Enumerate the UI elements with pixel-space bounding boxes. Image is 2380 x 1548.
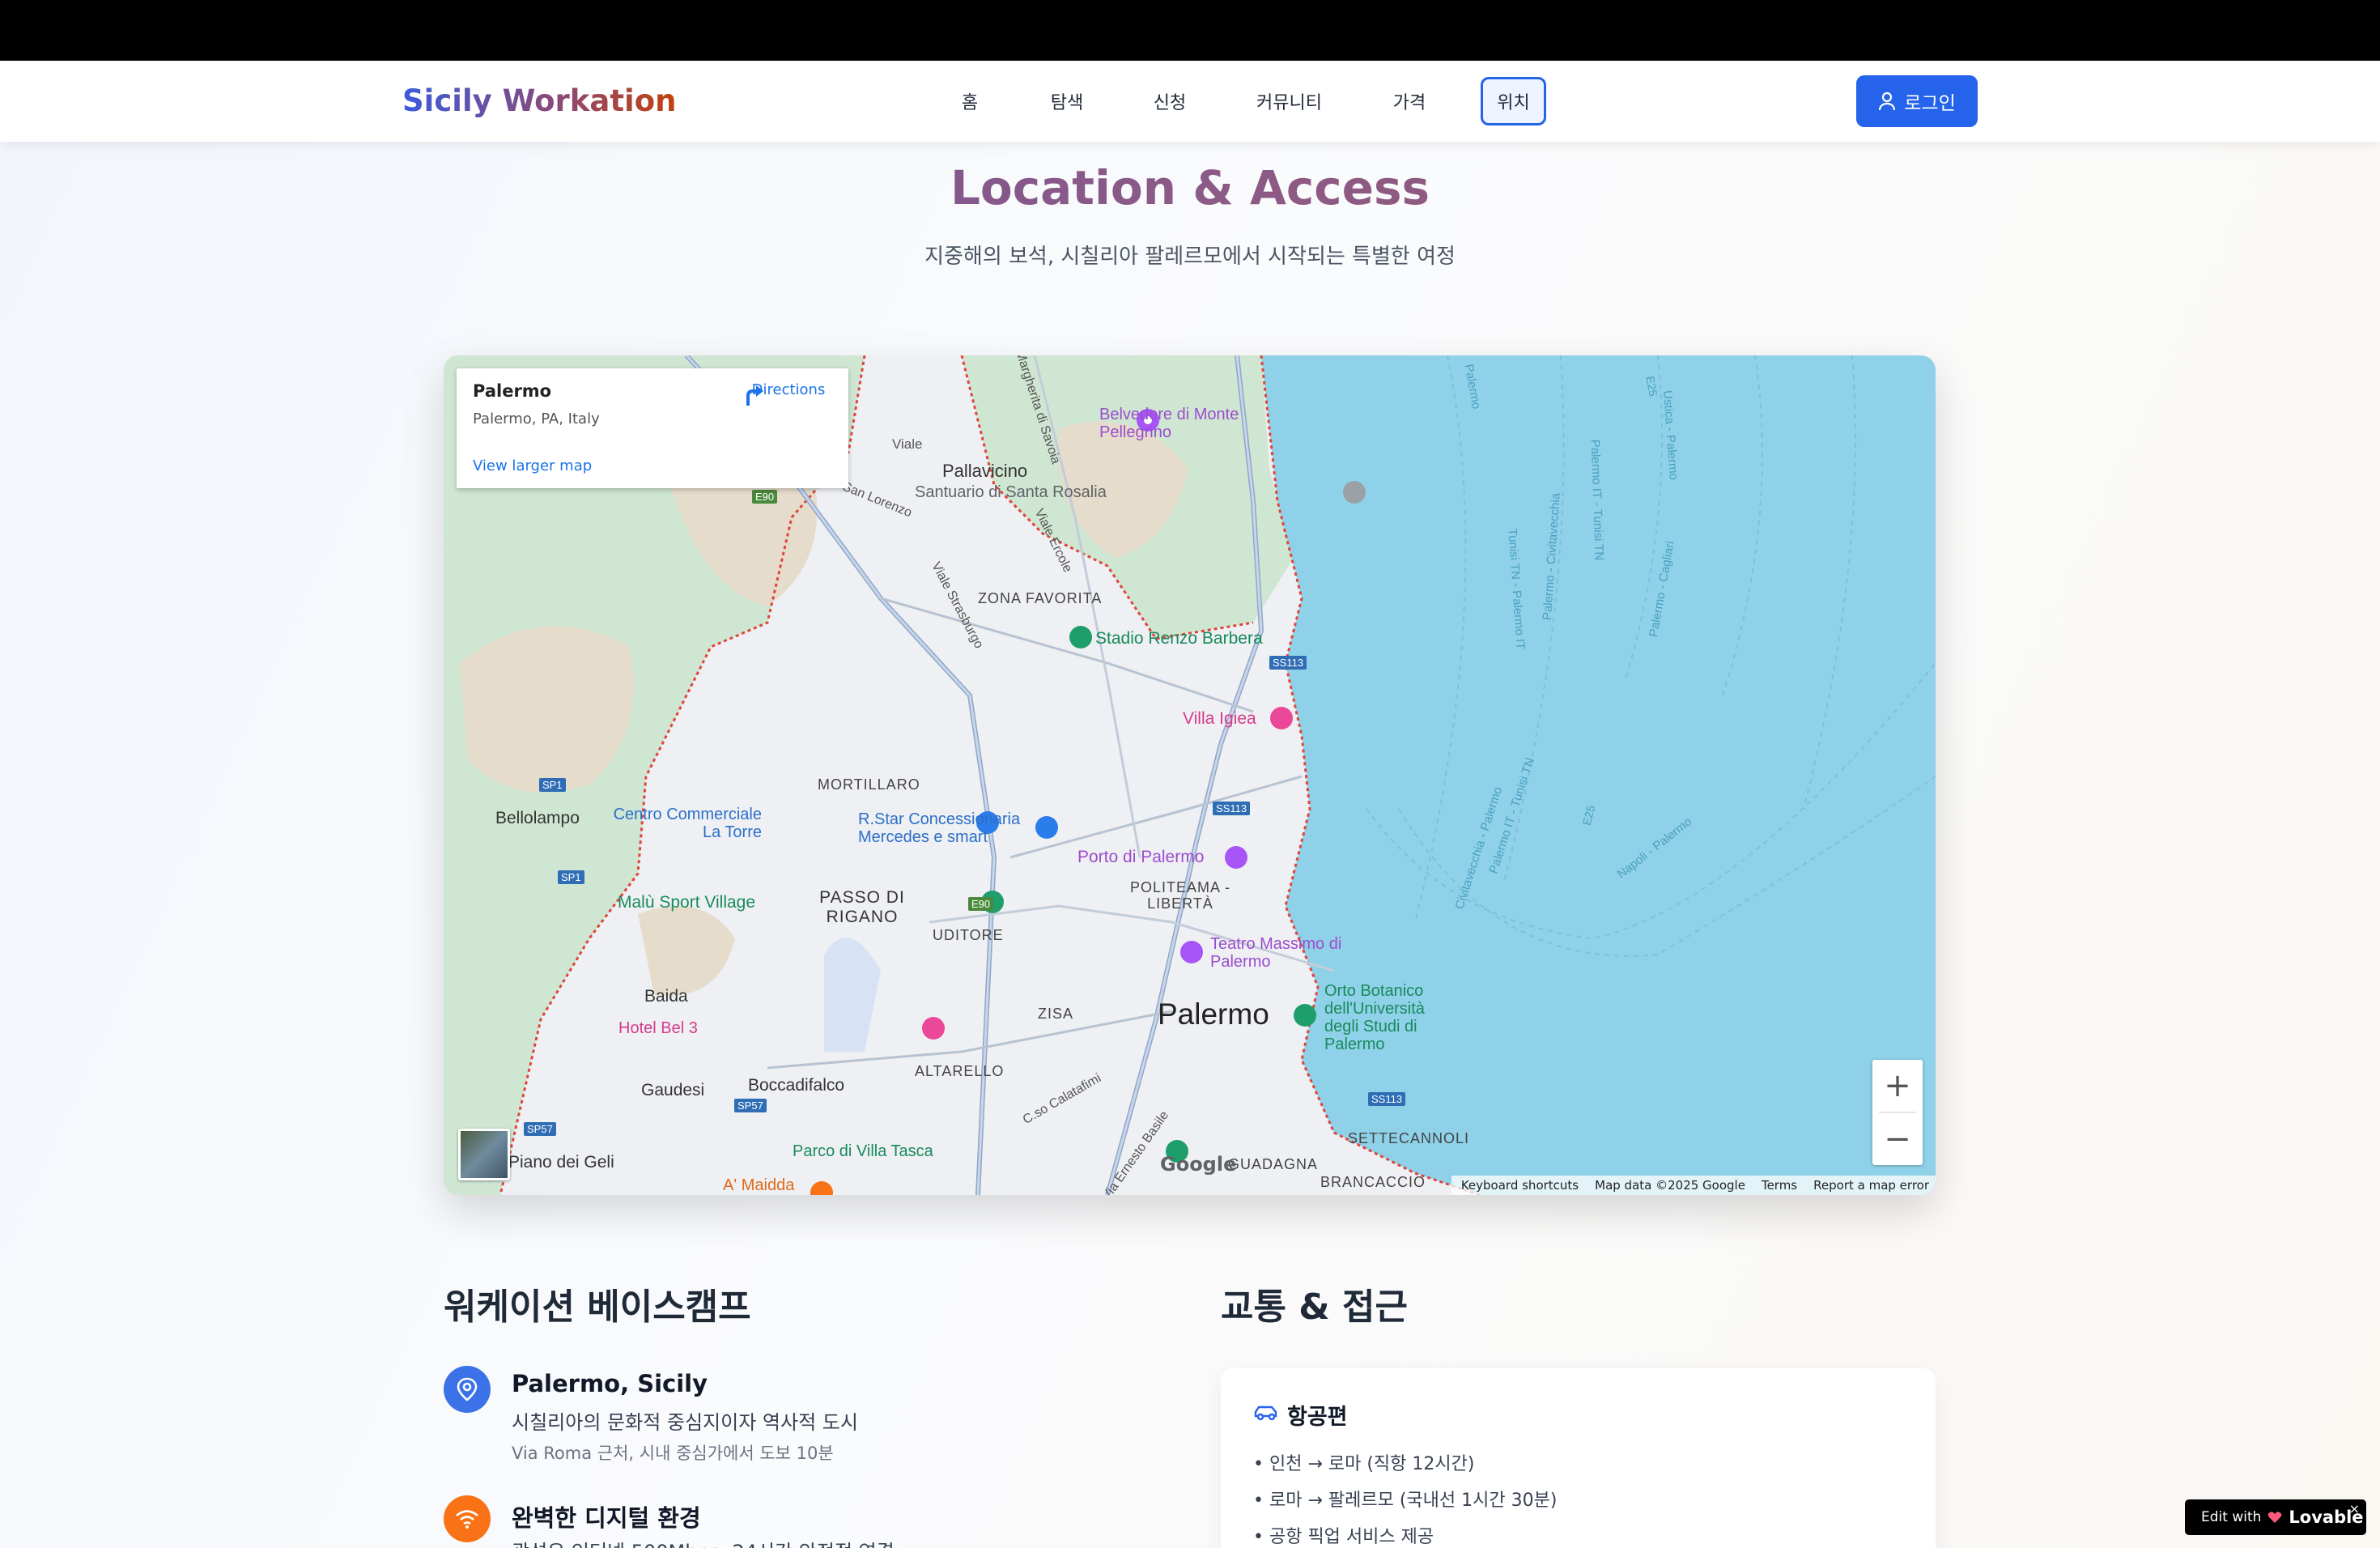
nav-home[interactable]: 홈 bbox=[947, 77, 992, 125]
edit-with-label: Edit with bbox=[2201, 1509, 2262, 1525]
road-shield: E90 bbox=[752, 490, 778, 504]
map-label: Hotel Bel 3 bbox=[618, 1019, 698, 1037]
pin-stadio[interactable] bbox=[1069, 626, 1092, 649]
map-label: POLITEAMA - LIBERTÀ bbox=[1129, 879, 1231, 912]
map-label: PASSO DI RIGANO bbox=[819, 888, 905, 926]
map-label: Centro Commerciale La Torre bbox=[613, 806, 762, 841]
login-label: 로그인 bbox=[1904, 93, 1956, 114]
map-label: ALTARELLO bbox=[915, 1063, 1005, 1079]
transport-heading: 교통 & 접근 bbox=[1221, 1286, 1408, 1328]
pin-hotel-bel3[interactable] bbox=[922, 1017, 945, 1040]
place-address: Palermo, PA, Italy bbox=[473, 410, 600, 427]
edit-with-lovable-badge[interactable]: Edit with Lovable × bbox=[2185, 1499, 2366, 1535]
nav-pricing[interactable]: 가격 bbox=[1383, 77, 1436, 125]
map-label: Porto di Palermo bbox=[1077, 848, 1205, 866]
nav-community[interactable]: 커뮤니티 bbox=[1251, 77, 1328, 125]
map-attribution-bar: Keyboard shortcuts Map data ©2025 Google… bbox=[1451, 1176, 1936, 1195]
nav-location[interactable]: 위치 bbox=[1481, 77, 1546, 125]
feature-description: 광섬유 인터넷 500Mbps, 24시간 안정적 연결 bbox=[512, 1536, 895, 1548]
browser-top-bar bbox=[0, 0, 2380, 61]
pin-teatro[interactable] bbox=[1180, 941, 1203, 963]
map-label: GUADAGNA bbox=[1228, 1156, 1319, 1172]
map-label: Bellolampo bbox=[495, 809, 580, 827]
map-label: UDITORE bbox=[933, 927, 1004, 943]
zoom-controls: + − bbox=[1872, 1060, 1923, 1165]
car-icon bbox=[1254, 1406, 1277, 1421]
map-label: ZONA FAVORITA bbox=[978, 590, 1103, 606]
close-badge-button[interactable]: × bbox=[2349, 1501, 2360, 1516]
terms-link[interactable]: Terms bbox=[1762, 1178, 1797, 1193]
map-label: ZISA bbox=[1038, 1006, 1074, 1022]
lovable-heart-icon bbox=[2268, 1512, 2282, 1523]
directions-button[interactable]: Directions bbox=[740, 381, 837, 406]
map-label: Boccadifalco bbox=[748, 1076, 845, 1095]
map-label: Viale bbox=[892, 436, 923, 452]
map-label: MORTILLARO bbox=[818, 776, 920, 793]
road-shield: SS113 bbox=[1269, 656, 1307, 670]
card-item: • 로마 → 팔레르모 (국내선 1시간 30분) bbox=[1253, 1491, 1558, 1511]
pin-orto[interactable] bbox=[1294, 1004, 1316, 1027]
login-button[interactable]: 로그인 bbox=[1856, 75, 1978, 127]
map-label: Palermo bbox=[1158, 997, 1269, 1031]
map-label: Piano dei Geli bbox=[508, 1153, 614, 1172]
map-label: A' Maidda bbox=[723, 1176, 795, 1194]
road-shield: SS113 bbox=[1213, 802, 1251, 815]
basecamp-heading: 워케이션 베이스캠프 bbox=[444, 1286, 751, 1328]
feature-description: 시칠리아의 문화적 중심지이자 역사적 도시 bbox=[512, 1411, 858, 1434]
place-title: Palermo bbox=[473, 381, 552, 401]
nav-apply[interactable]: 신청 bbox=[1143, 77, 1196, 125]
google-logo: Google bbox=[1160, 1153, 1237, 1176]
map-label: Stadio Renzo Barbera bbox=[1095, 629, 1263, 648]
wifi-badge bbox=[444, 1495, 491, 1542]
feature-title: Palermo, Sicily bbox=[512, 1370, 708, 1397]
map-label: Belvedere di Monte Pellegrino bbox=[1099, 406, 1239, 441]
flight-card: 항공편 • 인천 → 로마 (직항 12시간) • 로마 → 팔레르모 (국내선… bbox=[1221, 1368, 1936, 1548]
map-label: Pallavicino bbox=[942, 461, 1028, 481]
feature-subtext: Via Roma 근처, 시내 중심가에서 도보 10분 bbox=[512, 1444, 834, 1463]
site-header: Sicily Workation 홈 탐색 신청 커뮤니티 가격 위치 로그인 bbox=[0, 61, 2380, 142]
road-shield: SP1 bbox=[558, 870, 584, 884]
road-shield: SP1 bbox=[539, 778, 566, 792]
satellite-toggle-thumbnail[interactable] bbox=[458, 1129, 510, 1180]
directions-icon bbox=[746, 385, 763, 406]
road-shield: E90 bbox=[968, 897, 994, 911]
wifi-icon bbox=[456, 1510, 478, 1529]
map-label: SETTECANNOLI bbox=[1348, 1130, 1470, 1146]
pin-villa-igiea[interactable] bbox=[1270, 707, 1293, 729]
road-shield: SS113 bbox=[1368, 1092, 1406, 1106]
road-shield: SP57 bbox=[734, 1099, 767, 1112]
page-title: Location & Access bbox=[0, 160, 2380, 215]
report-error-link[interactable]: Report a map error bbox=[1813, 1178, 1929, 1193]
embedded-map[interactable]: Pallavicino Santuario di Santa Rosalia B… bbox=[444, 355, 1936, 1195]
card-item: • 인천 → 로마 (직항 12시간) bbox=[1253, 1454, 1475, 1474]
view-larger-map-link[interactable]: View larger map bbox=[473, 457, 592, 474]
site-logo[interactable]: Sicily Workation bbox=[402, 83, 677, 118]
pin-santa-rosalia[interactable] bbox=[1343, 481, 1366, 504]
pin-porto[interactable] bbox=[1225, 846, 1247, 869]
map-label: Santuario di Santa Rosalia bbox=[915, 483, 1107, 501]
road-shield: SP57 bbox=[524, 1122, 556, 1136]
map-label: Parco di Villa Tasca bbox=[793, 1142, 933, 1160]
page-subtitle: 지중해의 보석, 시칠리아 팔레르모에서 시작되는 특별한 여정 bbox=[924, 245, 1456, 269]
map-label: Gaudesi bbox=[641, 1081, 705, 1099]
map-label: Teatro Massimo di Palermo bbox=[1210, 935, 1342, 971]
feature-title: 완벽한 디지털 환경 bbox=[512, 1504, 701, 1532]
user-icon bbox=[1879, 91, 1896, 111]
card-title: 항공편 bbox=[1287, 1405, 1348, 1430]
map-data-credit: Map data ©2025 Google bbox=[1595, 1178, 1745, 1193]
map-label: Orto Botanico dell'Università degli Stud… bbox=[1324, 982, 1425, 1053]
map-label: BRANCACCIO bbox=[1320, 1174, 1426, 1190]
zoom-in-button[interactable]: + bbox=[1872, 1060, 1923, 1112]
location-pin-badge bbox=[444, 1366, 491, 1413]
keyboard-shortcuts-link[interactable]: Keyboard shortcuts bbox=[1461, 1178, 1579, 1193]
map-label: Baida bbox=[644, 987, 688, 1006]
map-label: Villa Igiea bbox=[1183, 709, 1256, 728]
card-item: • 공항 픽업 서비스 제공 bbox=[1253, 1527, 1434, 1547]
place-info-card: Palermo Palermo, PA, Italy View larger m… bbox=[457, 368, 848, 488]
zoom-out-button[interactable]: − bbox=[1872, 1113, 1923, 1165]
map-pin-icon bbox=[457, 1377, 478, 1401]
nav-explore[interactable]: 탐색 bbox=[1040, 77, 1094, 125]
map-label: Malù Sport Village bbox=[618, 893, 756, 912]
map-label: R.Star Concessionaria Mercedes e smart bbox=[858, 810, 1021, 846]
